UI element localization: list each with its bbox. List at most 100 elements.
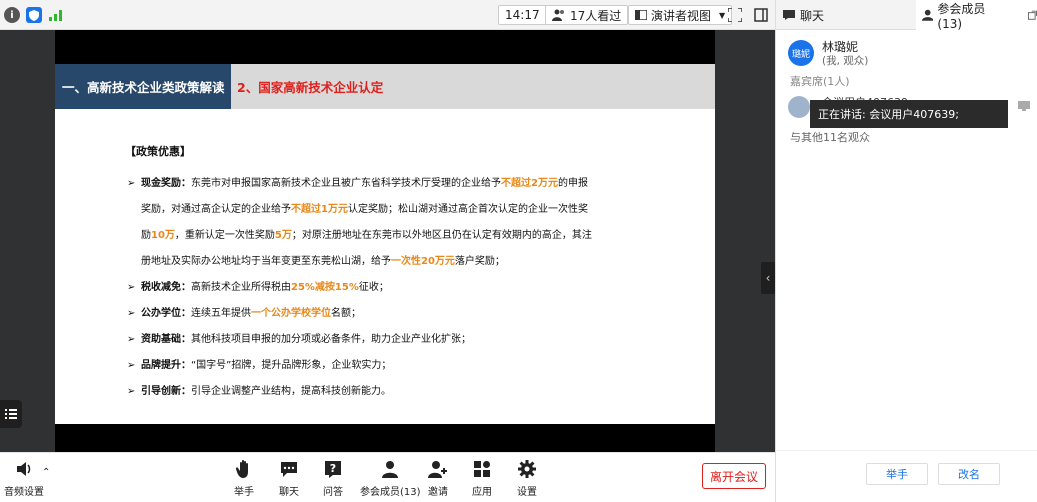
view-mode-select[interactable]: 演讲者视图 ▼ [628, 5, 733, 25]
question-icon: ? [325, 461, 341, 478]
chat-bubble-icon [783, 10, 795, 20]
policy-text: 奖励，对通过高企认定的企业给予 [141, 204, 291, 215]
info-icon[interactable]: i [4, 7, 20, 23]
slide-body: 【政策优惠】 ➢ 现金奖励：东莞市对申报国家高新技术企业且被广东省科学技术厅受理… [125, 143, 645, 405]
policy-highlight: 一个公办学校学位 [251, 308, 331, 319]
qa-label: 问答 [323, 487, 343, 498]
policy-text: 连续五年提供 [191, 308, 251, 319]
speaking-tooltip: 正在讲话: 会议用户407639; [810, 100, 1008, 128]
guest-section-header: 嘉宾席(1人) [790, 75, 850, 88]
participant-row-self[interactable]: 璐妮 林璐妮 (我, 观众) [788, 38, 1028, 68]
audience-count[interactable]: 与其他11名观众 [790, 129, 870, 145]
leave-meeting-button[interactable]: 离开会议 [702, 463, 766, 489]
chat-bubble-icon [281, 462, 297, 477]
person-icon [922, 9, 934, 21]
policy-text: 高新技术企业所得税由 [191, 282, 291, 293]
policy-line: 励10万，重新认定一次性奖励5万；对原注册地址在东莞市以外地区且仍在认定有效期内… [141, 223, 645, 249]
policy-highlight: 不超过2万元 [501, 178, 558, 189]
qa-button[interactable]: ? 问答 [323, 459, 343, 498]
viewers-count[interactable]: 17人看过 [545, 5, 629, 25]
arrow-bullet-icon: ➢ [127, 282, 136, 293]
svg-text:?: ? [330, 462, 336, 475]
signal-icon[interactable] [48, 7, 64, 23]
policy-highlight: 一次性20万元 [391, 256, 455, 267]
list-menu-icon[interactable] [0, 400, 22, 428]
policy-line: 现金奖励：东莞市对申报国家高新技术企业且被广东省科学技术厅受理的企业给予不超过2… [141, 171, 645, 197]
policy-text: 认定奖励；松山湖对通过高企首次认定的企业一次性奖 [347, 204, 588, 215]
policy-label: 现金奖励： [141, 178, 191, 189]
policy-text: 册地址及实际办公地址均于当年变更至东莞松山湖，给予 [141, 256, 391, 267]
policy-item-tax: ➢ 税收减免：高新技术企业所得税由25%减按15%征收； [125, 275, 645, 301]
side-panel: 聊天 参会成员(13) 璐妮 林璐妮 (我, 观众) 嘉宾席(1人) 会议用户4… [775, 0, 1037, 502]
panel-raise-hand-button[interactable]: 举手 [866, 463, 928, 485]
meeting-topbar: i 14:17 17人看过 演讲者视图 ▼ [0, 0, 775, 30]
policy-text: 其他科技项目申报的加分项或必备条件，助力企业产业化扩张； [191, 334, 471, 345]
policy-section-title: 【政策优惠】 [125, 145, 191, 158]
raise-hand-button[interactable]: 举手 [234, 459, 254, 498]
settings-label: 设置 [517, 487, 537, 498]
chevron-up-icon[interactable]: ⌃ [42, 467, 50, 478]
raise-hand-label: 举手 [234, 487, 254, 498]
policy-text: 励 [141, 230, 151, 241]
layout-icon [635, 10, 647, 20]
hand-icon [235, 460, 248, 478]
popout-icon[interactable] [1028, 10, 1037, 20]
policy-line: 册地址及实际办公地址均于当年变更至东莞松山湖，给予一次性20万元落户奖励； [141, 249, 645, 275]
policy-label: 资助基础： [141, 334, 191, 345]
slide-subsection-title: 2、国家高新技术企业认定 [237, 80, 384, 95]
panel-tabs: 聊天 参会成员(13) [776, 0, 1037, 31]
arrow-bullet-icon: ➢ [127, 360, 136, 371]
slide-header: 一、高新技术企业类政策解读 2、国家高新技术企业认定 [55, 64, 715, 109]
participants-button[interactable]: 参会成员(13) [360, 459, 421, 498]
policy-item-funding: ➢ 资助基础：其他科技项目申报的加分项或必备条件，助力企业产业化扩张； [125, 327, 645, 353]
slide-section-tab: 一、高新技术企业类政策解读 [55, 64, 231, 109]
policy-label: 品牌提升： [141, 360, 191, 371]
arrow-bullet-icon: ➢ [127, 308, 136, 319]
policy-item-school: ➢ 公办学位：连续五年提供一个公办学校学位名额； [125, 301, 645, 327]
collapse-panel-handle[interactable]: ‹ [761, 262, 775, 294]
shield-icon[interactable] [26, 7, 42, 23]
audio-settings-button[interactable]: 音频设置 [4, 459, 44, 498]
arrow-bullet-icon: ➢ [127, 386, 136, 397]
people-icon [552, 9, 564, 21]
rename-button[interactable]: 改名 [938, 463, 1000, 485]
policy-text: ，重新认定一次性奖励 [174, 230, 275, 241]
viewers-label: 17人看过 [570, 8, 622, 23]
policy-highlight: 25%减按15% [291, 282, 359, 293]
avatar [788, 96, 810, 118]
policy-text: “国字号”招牌，提升品牌形象，企业软实力； [191, 360, 392, 371]
tab-chat-label: 聊天 [800, 8, 825, 23]
policy-text: 征收； [358, 282, 389, 293]
meeting-timer: 14:17 [498, 5, 547, 25]
settings-button[interactable]: 设置 [517, 459, 537, 498]
shared-slide: 一、高新技术企业类政策解读 2、国家高新技术企业认定 【政策优惠】 ➢ 现金奖励… [55, 30, 715, 467]
policy-text: 落户奖励； [454, 256, 505, 267]
policy-item-brand: ➢ 品牌提升：“国字号”招牌，提升品牌形象，企业软实力； [125, 353, 645, 379]
arrow-bullet-icon: ➢ [127, 178, 136, 189]
view-mode-label: 演讲者视图 [651, 8, 712, 23]
meeting-time: 14:17 [505, 8, 540, 22]
avatar: 璐妮 [788, 40, 814, 66]
fullscreen-icon[interactable] [726, 6, 744, 24]
meeting-toolbar: 音频设置 ⌃ 举手 聊天 ? 问答 参会成员(13) 邀请 应用 设置 离开会议 [0, 452, 775, 502]
participant-role: (我, 观众) [822, 55, 869, 67]
speaker-icon [17, 462, 31, 476]
policy-highlight: 5万 [274, 230, 292, 241]
invite-button[interactable]: 邀请 [428, 459, 448, 498]
policy-text: 名额； [331, 308, 361, 319]
policy-text: ；对原注册地址在东莞市以外地区且仍在认定有效期内的高企，其注 [291, 230, 592, 241]
apps-button[interactable]: 应用 [472, 459, 492, 498]
policy-label: 公办学位： [141, 308, 191, 319]
panel-footer: 举手 改名 [776, 450, 1037, 502]
sidebar-toggle-icon[interactable] [752, 6, 770, 24]
chat-button[interactable]: 聊天 [279, 459, 299, 498]
slide-content: 一、高新技术企业类政策解读 2、国家高新技术企业认定 【政策优惠】 ➢ 现金奖励… [55, 64, 715, 467]
chat-label: 聊天 [279, 487, 299, 498]
arrow-bullet-icon: ➢ [127, 334, 136, 345]
add-person-icon [428, 461, 447, 478]
tab-chat[interactable]: 聊天 [782, 0, 912, 30]
tab-participants[interactable]: 参会成员(13) [916, 0, 1037, 31]
chevron-down-icon: ▼ [719, 10, 726, 20]
tab-participants-label: 参会成员(13) [937, 1, 986, 31]
apps-grid-icon [474, 461, 490, 477]
